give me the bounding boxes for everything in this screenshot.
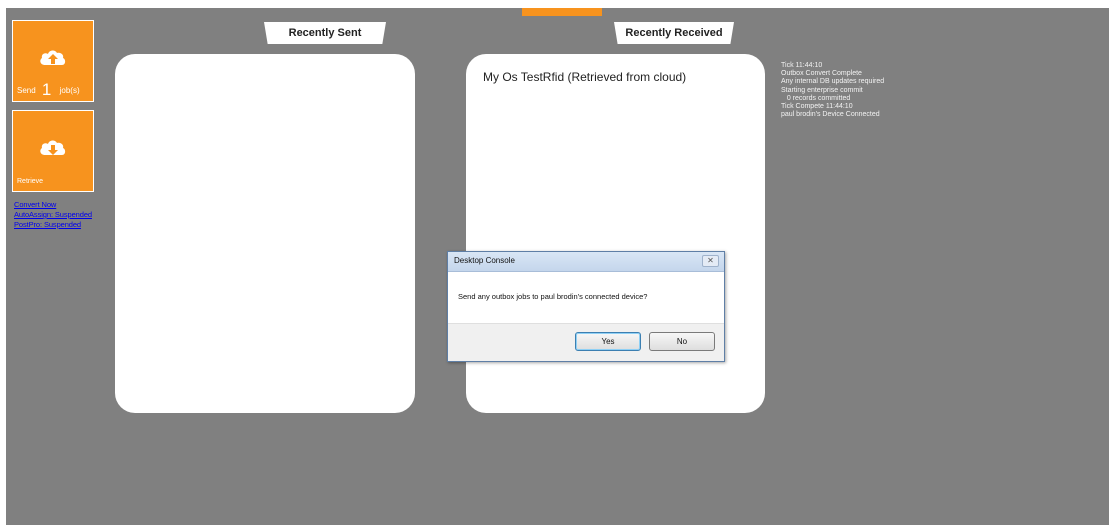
- log-line: Any internal DB updates required: [781, 78, 885, 86]
- yes-button[interactable]: Yes: [575, 332, 641, 351]
- send-row: Send 1 job(s): [17, 80, 90, 99]
- cloud-upload-icon: [40, 50, 66, 65]
- received-item[interactable]: My Os TestRfid (Retrieved from cloud): [483, 70, 686, 84]
- retrieve-tile[interactable]: Retrieve: [12, 110, 94, 192]
- autoassign-link[interactable]: AutoAssign: Suspended: [14, 210, 92, 220]
- log-line: 0 records committed: [781, 94, 851, 102]
- retrieve-label: Retrieve: [17, 178, 44, 185]
- no-button[interactable]: No: [649, 332, 715, 351]
- dialog-message: Send any outbox jobs to paul brodin's co…: [458, 292, 648, 301]
- app-window: Send 1 job(s) Retrieve Convert Now AutoA…: [6, 8, 1109, 525]
- recently-sent-panel: [115, 54, 415, 413]
- convert-now-link[interactable]: Convert Now: [14, 200, 92, 210]
- action-links: Convert Now AutoAssign: Suspended PostPr…: [14, 200, 92, 230]
- confirm-dialog: Desktop Console ✕ Send any outbox jobs t…: [447, 251, 725, 362]
- log-line: Outbox Convert Complete: [781, 70, 862, 78]
- tab-recently-received[interactable]: Recently Received: [614, 22, 734, 44]
- top-tab-marker[interactable]: [522, 8, 602, 16]
- send-tile[interactable]: Send 1 job(s): [12, 20, 94, 102]
- log-line: Starting enterprise commit: [781, 86, 863, 94]
- log-line: paul brodin's Device Connected: [781, 111, 880, 119]
- send-suffix: job(s): [59, 86, 80, 95]
- dialog-title-bar[interactable]: Desktop Console ✕: [448, 252, 724, 272]
- dialog-title: Desktop Console: [454, 256, 515, 265]
- status-log: Tick 11:44:10 Outbox Convert Complete An…: [781, 62, 884, 119]
- cloud-download-icon: [40, 140, 66, 155]
- postpro-link[interactable]: PostPro: Suspended: [14, 220, 92, 230]
- log-line: Tick 11:44:10: [781, 62, 823, 69]
- tab-recently-sent[interactable]: Recently Sent: [264, 22, 386, 44]
- dialog-footer: Yes No: [448, 323, 724, 361]
- send-label: Send: [17, 86, 36, 95]
- log-line: Tick Compete 11:44:10: [781, 103, 853, 111]
- send-count: 1: [41, 80, 52, 99]
- close-icon[interactable]: ✕: [702, 255, 719, 267]
